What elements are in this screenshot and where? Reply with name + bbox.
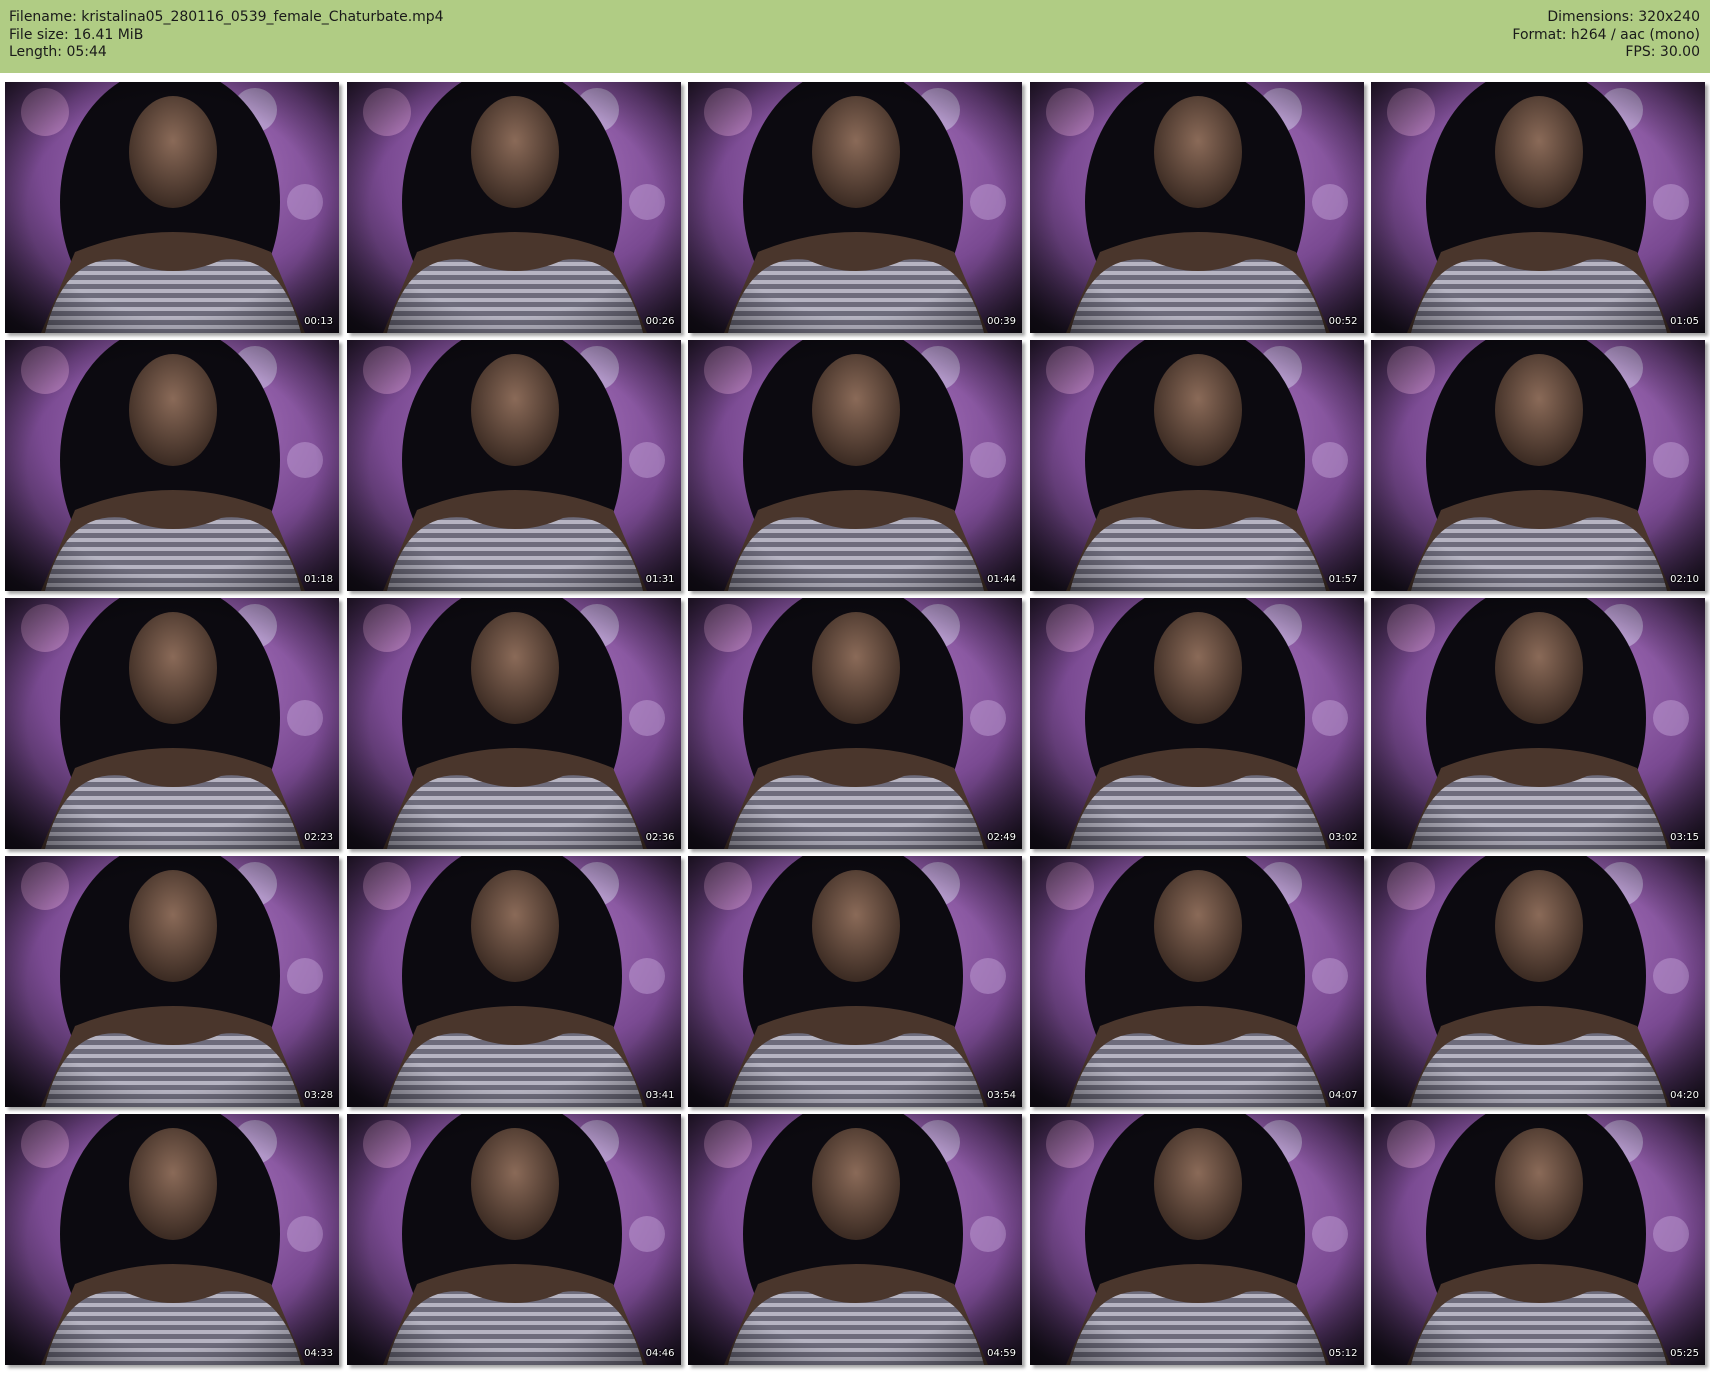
video-frame-thumbnail: 04:59 xyxy=(688,1114,1022,1365)
timestamp-label: 01:05 xyxy=(1670,316,1699,327)
timestamp-label: 00:39 xyxy=(987,316,1016,327)
timestamp-label: 01:31 xyxy=(645,574,675,585)
video-frame-thumbnail: 03:54 xyxy=(688,856,1022,1107)
frame-image xyxy=(1371,1114,1705,1365)
video-frame-thumbnail: 04:20 xyxy=(1371,856,1705,1107)
timestamp-label: 03:28 xyxy=(304,1090,333,1101)
timestamp-label: 03:15 xyxy=(1670,832,1699,843)
frame-image xyxy=(346,1114,681,1365)
thumbnail-grid: 00:13 00:26 00:39 00:52 01:05 01:18 01:3… xyxy=(5,82,1705,1369)
timestamp-label: 02:36 xyxy=(645,832,675,843)
timestamp-label: 02:10 xyxy=(1670,574,1699,585)
video-frame-thumbnail: 03:15 xyxy=(1371,598,1705,849)
video-frame-thumbnail: 02:10 xyxy=(1371,340,1705,591)
header-left-info: Filename: kristalina05_280116_0539_femal… xyxy=(9,9,444,62)
timestamp-label: 01:44 xyxy=(987,574,1016,585)
video-frame-thumbnail: 00:13 xyxy=(5,82,339,333)
timestamp-label: 03:54 xyxy=(987,1090,1016,1101)
timestamp-label: 00:26 xyxy=(645,316,675,327)
filename-label: Filename: kristalina05_280116_0539_femal… xyxy=(9,9,444,25)
video-frame-thumbnail: 02:49 xyxy=(688,598,1022,849)
video-frame-thumbnail: 05:12 xyxy=(1029,1114,1364,1365)
video-frame-thumbnail: 03:02 xyxy=(1029,598,1364,849)
timestamp-label: 03:02 xyxy=(1328,832,1358,843)
timestamp-label: 00:52 xyxy=(1328,316,1358,327)
frame-image xyxy=(1371,856,1705,1107)
frame-image xyxy=(1029,598,1364,849)
dimensions-label: Dimensions: 320x240 xyxy=(1547,9,1700,25)
frame-image xyxy=(1371,598,1705,849)
header-right-info: Dimensions: 320x240 Format: h264 / aac (… xyxy=(1512,9,1700,62)
frame-image xyxy=(688,598,1022,849)
timestamp-label: 04:20 xyxy=(1670,1090,1699,1101)
timestamp-label: 01:57 xyxy=(1328,574,1358,585)
frame-image xyxy=(346,82,681,333)
contact-sheet: Filename: kristalina05_280116_0539_femal… xyxy=(0,0,1710,1373)
timestamp-label: 02:23 xyxy=(304,832,333,843)
video-frame-thumbnail: 05:25 xyxy=(1371,1114,1705,1365)
info-header: Filename: kristalina05_280116_0539_femal… xyxy=(0,0,1710,73)
video-frame-thumbnail: 03:41 xyxy=(346,856,681,1107)
frame-image xyxy=(5,856,339,1107)
timestamp-label: 05:12 xyxy=(1328,1348,1358,1359)
frame-image xyxy=(1029,856,1364,1107)
frame-image xyxy=(346,856,681,1107)
frame-image xyxy=(1029,82,1364,333)
video-frame-thumbnail: 02:36 xyxy=(346,598,681,849)
video-frame-thumbnail: 00:52 xyxy=(1029,82,1364,333)
video-frame-thumbnail: 04:07 xyxy=(1029,856,1364,1107)
frame-image xyxy=(1371,82,1705,333)
frame-image xyxy=(1029,1114,1364,1365)
length-label: Length: 05:44 xyxy=(9,44,107,60)
timestamp-label: 02:49 xyxy=(987,832,1016,843)
frame-image xyxy=(688,340,1022,591)
video-frame-thumbnail: 04:33 xyxy=(5,1114,339,1365)
video-frame-thumbnail: 00:39 xyxy=(688,82,1022,333)
frame-image xyxy=(688,1114,1022,1365)
video-frame-thumbnail: 01:31 xyxy=(346,340,681,591)
timestamp-label: 04:07 xyxy=(1328,1090,1358,1101)
video-frame-thumbnail: 00:26 xyxy=(346,82,681,333)
frame-image xyxy=(688,856,1022,1107)
video-frame-thumbnail: 03:28 xyxy=(5,856,339,1107)
file-size-label: File size: 16.41 MiB xyxy=(9,26,144,43)
frame-image xyxy=(1371,340,1705,591)
video-frame-thumbnail: 02:23 xyxy=(5,598,339,849)
timestamp-label: 03:41 xyxy=(645,1090,675,1101)
frame-image xyxy=(346,340,681,591)
frame-image xyxy=(5,1114,339,1365)
video-frame-thumbnail: 01:18 xyxy=(5,340,339,591)
video-frame-thumbnail: 01:57 xyxy=(1029,340,1364,591)
frame-image xyxy=(688,82,1022,333)
format-label: Format: h264 / aac (mono) xyxy=(1512,26,1700,43)
timestamp-label: 04:46 xyxy=(645,1348,675,1359)
frame-image xyxy=(346,598,681,849)
fps-label: FPS: 30.00 xyxy=(1625,44,1700,60)
frame-image xyxy=(5,598,339,849)
timestamp-label: 04:33 xyxy=(304,1348,333,1359)
timestamp-label: 04:59 xyxy=(987,1348,1016,1359)
video-frame-thumbnail: 01:44 xyxy=(688,340,1022,591)
timestamp-label: 01:18 xyxy=(304,574,333,585)
timestamp-label: 00:13 xyxy=(304,316,333,327)
frame-image xyxy=(5,340,339,591)
video-frame-thumbnail: 01:05 xyxy=(1371,82,1705,333)
frame-image xyxy=(5,82,339,333)
timestamp-label: 05:25 xyxy=(1670,1348,1699,1359)
video-frame-thumbnail: 04:46 xyxy=(346,1114,681,1365)
frame-image xyxy=(1029,340,1364,591)
